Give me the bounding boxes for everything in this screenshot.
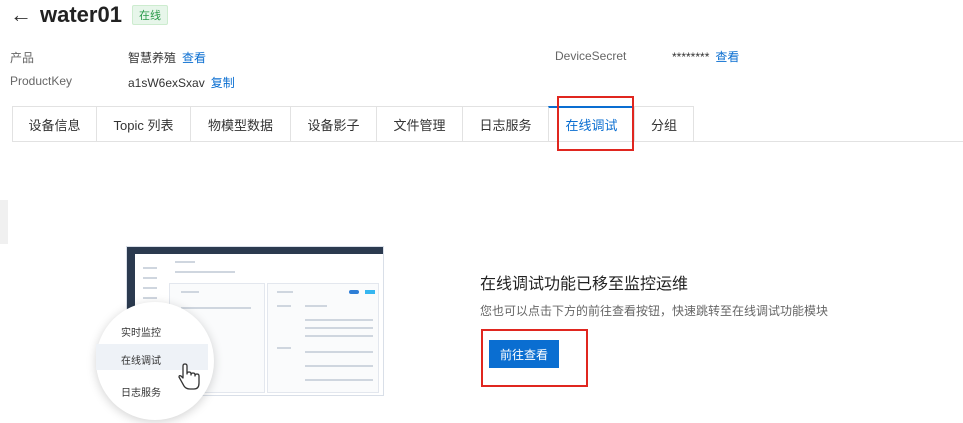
devicesecret-view-link[interactable]: 查看 — [715, 50, 739, 64]
go-view-button[interactable]: 前往查看 — [489, 340, 559, 368]
mock-line — [277, 291, 293, 293]
mock-line — [175, 271, 235, 273]
mock-line — [175, 261, 195, 263]
productkey-label: ProductKey — [10, 74, 73, 88]
mock-line — [305, 379, 373, 381]
tab-bar: 设备信息 Topic 列表 物模型数据 设备影子 文件管理 日志服务 在线调试 … — [12, 106, 694, 142]
productkey-value: a1sW6exSxav 复制 — [128, 74, 235, 91]
menu-item-realtime-monitor: 实时监控 — [121, 328, 161, 339]
mock-line — [277, 305, 291, 307]
status-badge: 在线 — [131, 5, 168, 25]
mock-button — [365, 290, 375, 294]
mock-line — [277, 347, 291, 349]
migration-notice: 在线调试功能已移至监控运维 您也可以点击下方的前往查看按钮，快速跳转至在线调试功… — [480, 270, 828, 319]
product-value: 智慧养殖 查看 — [128, 49, 206, 66]
product-view-link[interactable]: 查看 — [182, 51, 206, 65]
devicesecret-label: DeviceSecret — [555, 49, 627, 63]
mock-line — [305, 335, 373, 337]
tab-device-info[interactable]: 设备信息 — [12, 106, 96, 142]
mock-line — [305, 351, 373, 353]
notice-title: 在线调试功能已移至监控运维 — [480, 276, 689, 293]
device-name: water01 — [40, 2, 122, 27]
product-label: 产品 — [10, 51, 35, 65]
tab-tsl-data[interactable]: 物模型数据 — [190, 106, 290, 142]
devicesecret-masked: ******** — [672, 50, 710, 64]
mock-line — [143, 277, 157, 279]
hand-pointer-icon — [178, 363, 200, 390]
mock-line — [305, 327, 373, 329]
productkey-copy-link[interactable]: 复制 — [211, 76, 235, 90]
tab-group[interactable]: 分组 — [634, 106, 694, 142]
tab-online-debug[interactable]: 在线调试 — [548, 106, 634, 142]
mock-line — [143, 267, 157, 269]
mock-toggle — [349, 290, 359, 294]
mock-line — [305, 305, 327, 307]
mock-topbar — [127, 247, 383, 254]
tab-topic-list[interactable]: Topic 列表 — [96, 106, 190, 142]
mock-line — [143, 297, 157, 299]
mock-line — [143, 287, 157, 289]
page-header: ← water01 在线 — [10, 0, 168, 30]
mock-right-panel — [267, 283, 379, 393]
productkey-text: a1sW6exSxav — [128, 76, 205, 90]
tab-log-service[interactable]: 日志服务 — [462, 106, 548, 142]
tab-file-management[interactable]: 文件管理 — [376, 106, 462, 142]
mock-line — [181, 291, 199, 293]
back-arrow-icon[interactable]: ← — [10, 4, 32, 26]
mock-line — [305, 365, 373, 367]
menu-item-log-service: 日志服务 — [121, 388, 161, 399]
menu-zoom-circle: 实时监控 在线调试 日志服务 — [96, 302, 214, 420]
tab-device-shadow[interactable]: 设备影子 — [290, 106, 376, 142]
side-collapse-handle[interactable] — [0, 200, 8, 244]
product-name: 智慧养殖 — [128, 51, 177, 65]
mock-line — [305, 319, 373, 321]
devicesecret-value: ******** 查看 — [672, 48, 739, 65]
notice-description: 您也可以点击下方的前往查看按钮，快速跳转至在线调试功能模块 — [480, 304, 829, 318]
mock-line — [181, 307, 251, 309]
menu-item-online-debug: 在线调试 — [121, 356, 161, 367]
tab-divider — [12, 141, 963, 142]
